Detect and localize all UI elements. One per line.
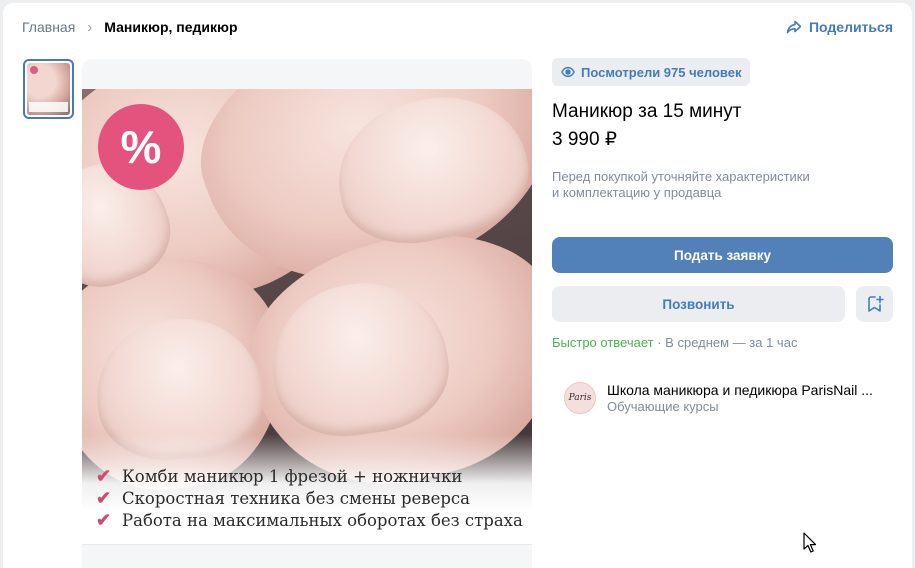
photo-feature-list: ✔ Комби маникюр 1 фрезой + ножнички ✔ Ск…	[96, 465, 523, 531]
apply-button[interactable]: Подать заявку	[552, 237, 893, 273]
photo-feature-text: Работа на максимальных оборотах без стра…	[122, 510, 523, 530]
seller-category: Обучающие курсы	[607, 399, 719, 414]
photo-feature-item: ✔ Комби маникюр 1 фрезой + ножнички	[96, 465, 523, 487]
seller-info: Школа маникюра и педикюра ParisNail ... …	[607, 381, 873, 415]
photo-footer	[82, 544, 532, 568]
share-label: Поделиться	[808, 19, 893, 35]
main-photo-frame[interactable]: % ✔ Комби маникюр 1 фрезой + ножнички ✔ …	[82, 59, 532, 568]
response-time: Быстро отвечает · В среднем — за 1 час	[552, 335, 893, 350]
product-price: 3 990 ₽	[552, 129, 617, 150]
breadcrumb-home-link[interactable]: Главная	[22, 19, 75, 35]
thumbnail-caption	[29, 102, 68, 112]
photo-feature-text: Скоростная техника без смены реверса	[122, 488, 470, 508]
breadcrumb-current: Маникюр, педикюр	[104, 19, 238, 35]
action-row: Позвонить	[552, 286, 893, 322]
share-arrow-icon	[786, 20, 802, 34]
purchase-note: Перед покупкой уточняйте характеристики …	[552, 169, 893, 201]
purchase-note-line: Перед покупкой уточняйте характеристики	[552, 169, 810, 184]
purchase-note-line: и комплектацию у продавца	[552, 185, 722, 200]
fast-reply-label: Быстро отвечает	[552, 335, 654, 350]
breadcrumb: Главная › Маникюр, педикюр	[22, 19, 238, 35]
main-photo: % ✔ Комби маникюр 1 фрезой + ножнички ✔ …	[82, 89, 532, 544]
product-info: Посмотрели 975 человек Маникюр за 15 мин…	[552, 58, 893, 415]
thumbnail-image	[27, 63, 70, 115]
response-time-text: · В среднем — за 1 час	[653, 335, 798, 350]
photo-feature-text: Комби маникюр 1 фрезой + ножнички	[122, 466, 463, 486]
call-button[interactable]: Позвонить	[552, 286, 845, 322]
bookmark-add-button[interactable]	[856, 286, 893, 322]
photo-feature-item: ✔ Работа на максимальных оборотах без ст…	[96, 509, 523, 531]
mouse-cursor-icon	[803, 532, 817, 553]
share-button[interactable]: Поделиться	[786, 19, 893, 35]
views-badge: Посмотрели 975 человек	[552, 58, 751, 86]
gallery-thumbnail[interactable]	[23, 59, 74, 119]
product-card: Главная › Маникюр, педикюр Поделиться %	[3, 3, 912, 568]
seller-name: Школа маникюра и педикюра ParisNail ...	[607, 382, 873, 398]
thumbnail-badge	[30, 66, 38, 74]
discount-badge: %	[98, 104, 184, 190]
check-icon: ✔	[96, 509, 112, 531]
check-icon: ✔	[96, 465, 112, 487]
check-icon: ✔	[96, 487, 112, 509]
product-title: Маникюр за 15 минут	[552, 101, 742, 122]
photo-feature-item: ✔ Скоростная техника без смены реверса	[96, 487, 523, 509]
views-text: Посмотрели 975 человек	[581, 64, 742, 80]
chevron-right-icon: ›	[87, 18, 93, 36]
seller-avatar: Paris	[564, 382, 596, 414]
seller-link[interactable]: Paris Школа маникюра и педикюра ParisNai…	[564, 381, 893, 415]
eye-icon	[561, 66, 575, 78]
bookmark-plus-icon	[867, 295, 884, 312]
